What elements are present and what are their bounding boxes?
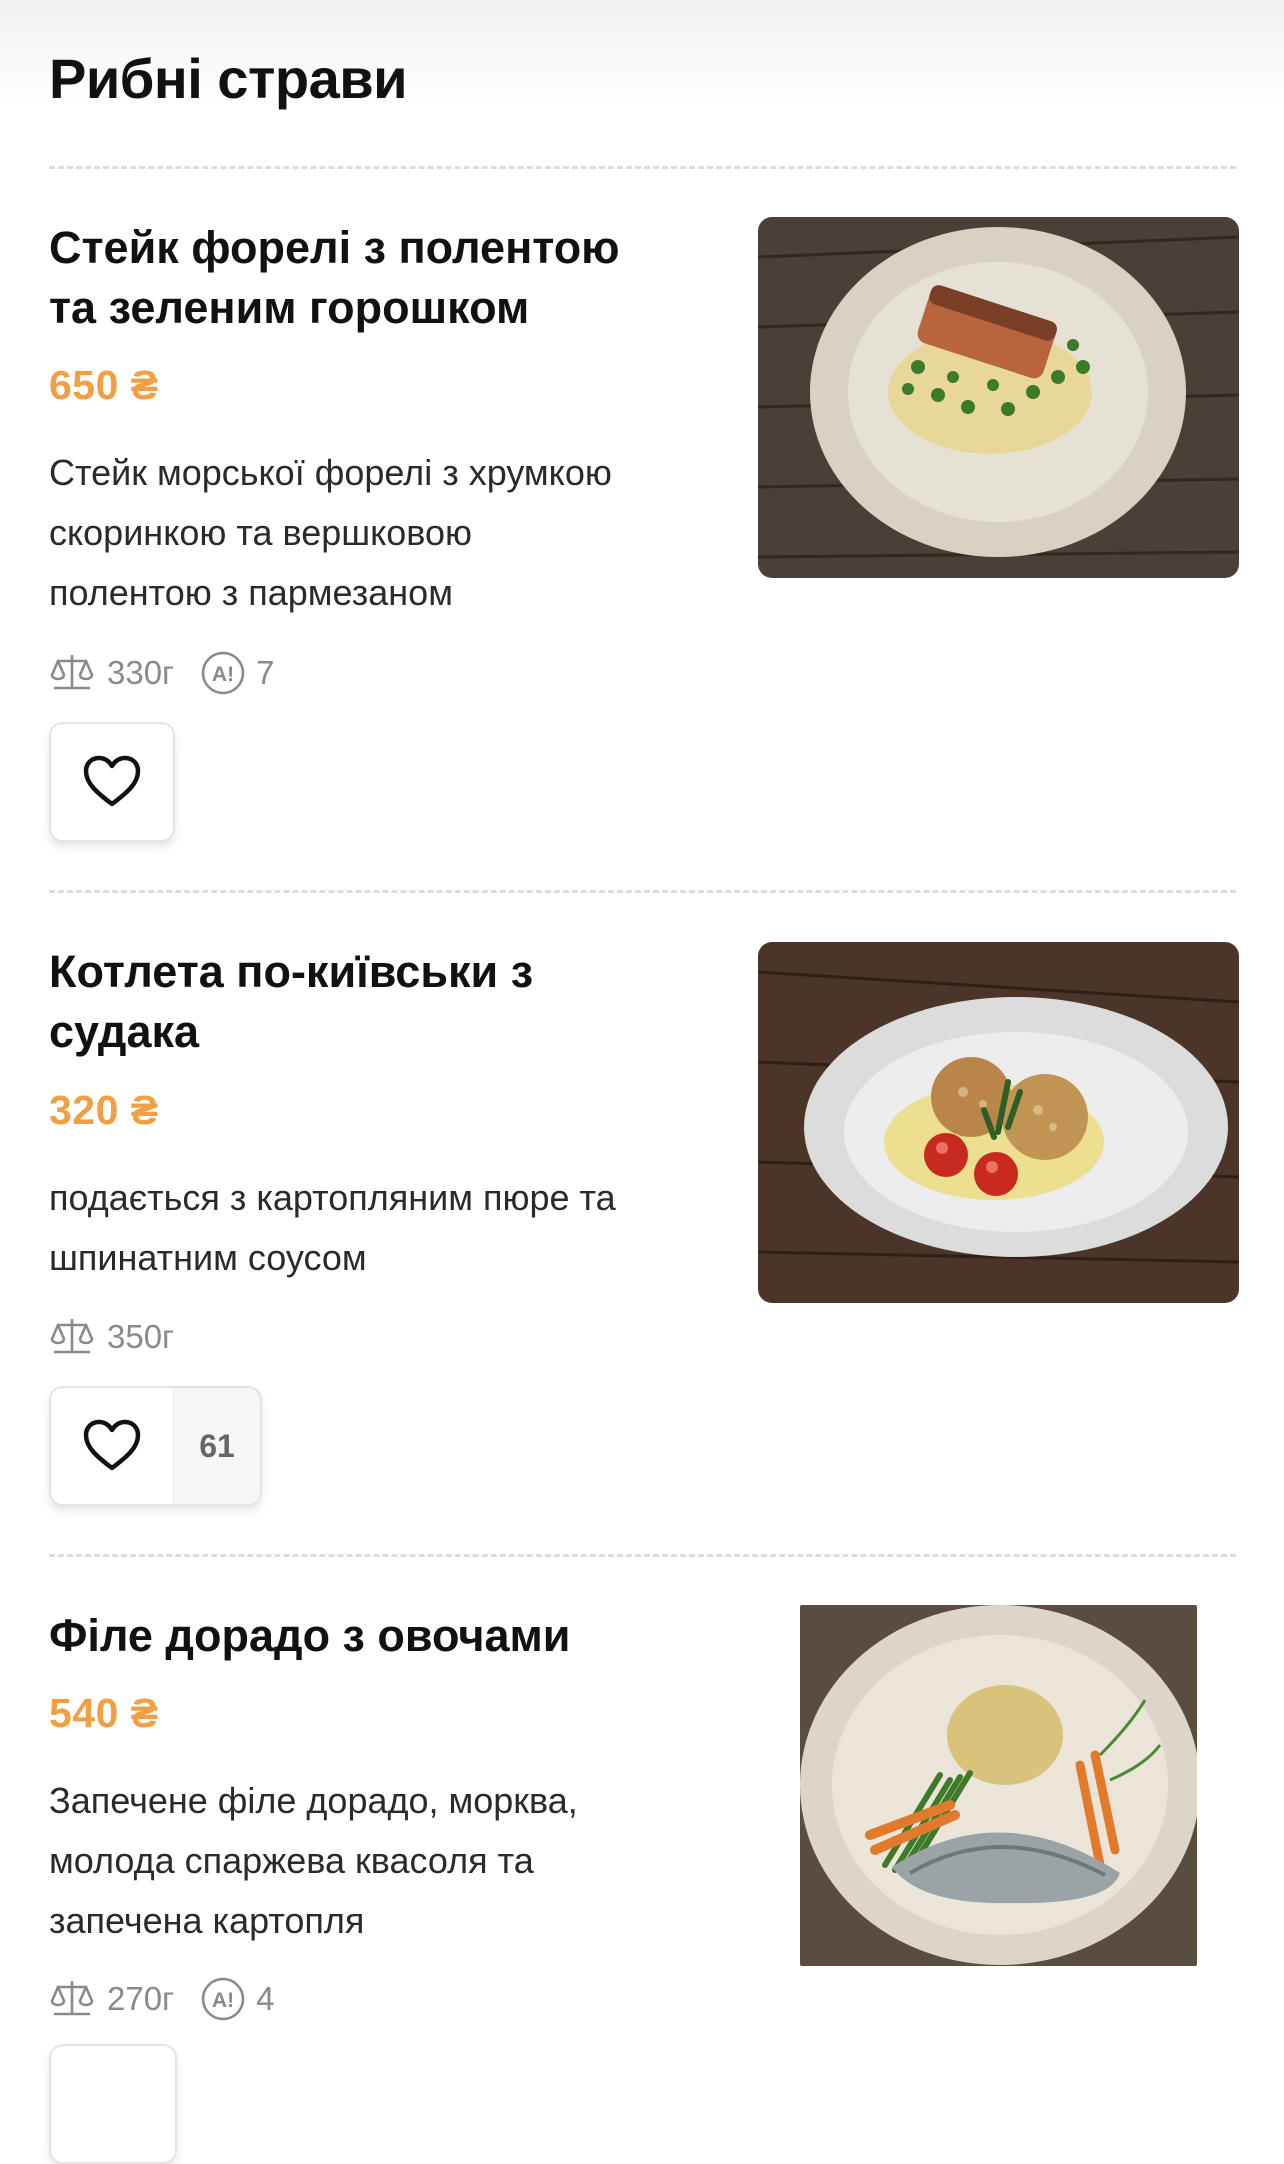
dish-description: Стейк морської форелі з хрумкою скоринко…: [49, 443, 729, 623]
dish-name: Філе дорадо з овочами: [49, 1606, 689, 1666]
svg-text:A!: A!: [212, 663, 234, 686]
dish-weight: 350г: [107, 1318, 175, 1355]
dish-price: 320 ₴: [49, 1087, 159, 1133]
dish-meta: 270г A! 4: [49, 1977, 274, 2021]
dish-meta: 330г A! 7: [49, 651, 274, 695]
favorite-control[interactable]: 61: [49, 1386, 262, 1506]
dish-name: Стейк форелі з полентою та зеленим горош…: [49, 218, 689, 338]
dish-description-line: шпинатним соусом: [49, 1237, 367, 1278]
scale-icon: [49, 653, 95, 693]
dish-description-line: скоринкою та вершковою: [49, 512, 473, 553]
trout-steak-photo[interactable]: [758, 217, 1239, 578]
section-title: Рибні страви: [49, 47, 408, 110]
heart-icon: [82, 1418, 142, 1475]
dish-weight: 270г: [107, 1980, 175, 2017]
dish-name-line: Стейк форелі з полентою: [49, 222, 620, 273]
dish-name-line: Котлета по-київськи з: [49, 946, 534, 997]
dish-description-line: подається з картопляним пюре та: [49, 1177, 616, 1218]
dish-description-line: запечена картопля: [49, 1900, 365, 1941]
divider: [49, 1554, 1236, 1557]
divider: [49, 890, 1236, 893]
menu-page: Рибні страви Стейк форелі з полентою та …: [0, 0, 1284, 2164]
dorado-fillet-photo[interactable]: [800, 1605, 1197, 1966]
dish-meta: 350г: [49, 1315, 200, 1359]
dish-price: 540 ₴: [49, 1690, 159, 1736]
dish-description-line: Стейк морської форелі з хрумкою: [49, 452, 612, 493]
allergen-icon[interactable]: A!: [200, 1976, 246, 2022]
allergen-count: 7: [256, 654, 275, 691]
dish-description-line: полентою з пармезаном: [49, 572, 453, 613]
favorite-control[interactable]: [49, 2044, 177, 2164]
svg-text:A!: A!: [212, 1989, 234, 2012]
favorite-count: 61: [173, 1388, 260, 1504]
dish-name-line: та зеленим горошком: [49, 282, 530, 333]
scale-icon: [49, 1317, 95, 1357]
favorite-control[interactable]: [49, 722, 175, 842]
dish-description: подається з картопляним пюре та шпинатни…: [49, 1168, 729, 1288]
chicken-kiev-pike-perch-photo[interactable]: [758, 942, 1239, 1303]
dish-description-line: молода спаржева квасоля та: [49, 1840, 534, 1881]
dish-description: Запечене філе дорадо, морква, молода спа…: [49, 1771, 729, 1951]
dish-weight: 330г: [107, 654, 175, 691]
dish-name-line: судака: [49, 1006, 200, 1057]
heart-icon: [82, 754, 142, 811]
favorite-button[interactable]: [51, 1388, 173, 1504]
favorite-button[interactable]: [51, 724, 173, 840]
allergen-count: 4: [256, 1980, 275, 2017]
scale-icon: [49, 1979, 95, 2019]
dish-price: 650 ₴: [49, 362, 159, 408]
dish-name: Котлета по-київськи з судака: [49, 942, 689, 1062]
divider: [49, 166, 1236, 169]
allergen-icon[interactable]: A!: [200, 650, 246, 696]
dish-description-line: Запечене філе дорадо, морква,: [49, 1780, 578, 1821]
dish-name-line: Філе дорадо з овочами: [49, 1610, 571, 1661]
